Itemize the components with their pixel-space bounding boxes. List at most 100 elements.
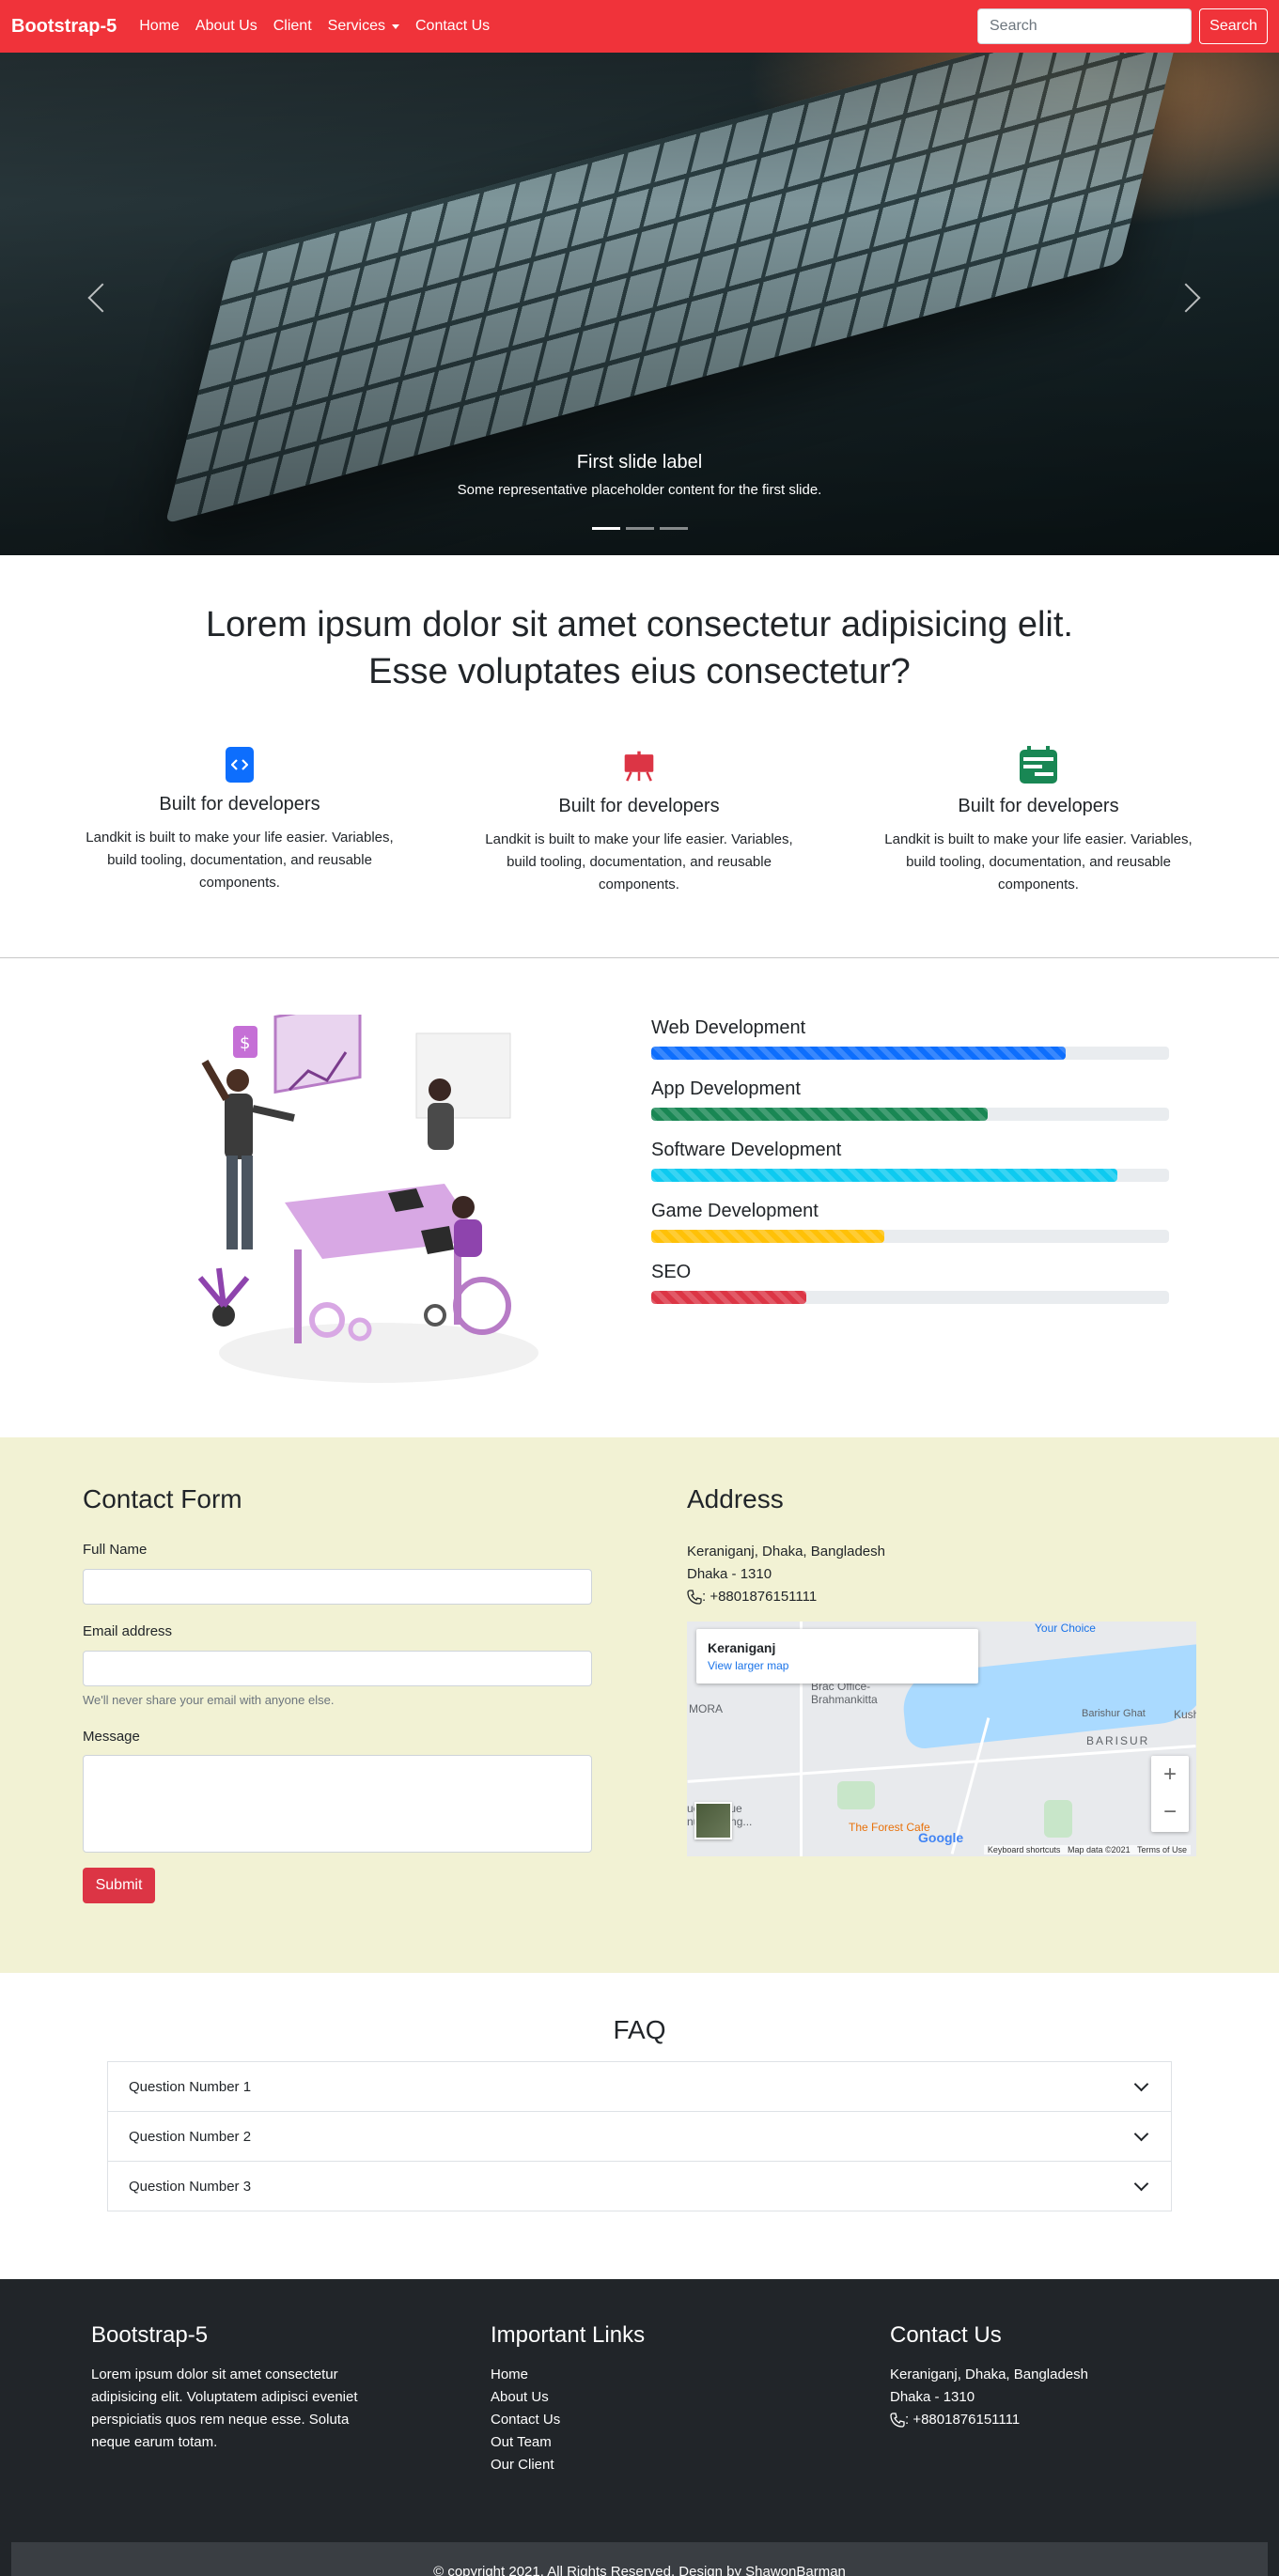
copyright-bar: © copyright 2021. All Rights Reserved. D…: [11, 2542, 1268, 2576]
zoom-in-button[interactable]: +: [1151, 1756, 1189, 1793]
footer-contact-title: Contact Us: [890, 2322, 1002, 2348]
footer-link-team[interactable]: Out Team: [491, 2431, 801, 2454]
view-larger-map-link[interactable]: View larger map: [708, 1659, 967, 1672]
footer-links: Important Links Home About Us Contact Us…: [491, 2322, 801, 2476]
map-label: Barishur Ghat: [1082, 1708, 1146, 1719]
feature-card: Built for developers Landkit is built to…: [85, 747, 395, 894]
feature-card: Built for developers Landkit is built to…: [484, 747, 794, 896]
footer-links-title: Important Links: [491, 2322, 646, 2348]
map-info-popup: Keraniganj View larger map: [696, 1629, 978, 1684]
hero-overlay: [0, 53, 1279, 555]
message-textarea[interactable]: [83, 1755, 592, 1853]
address-line: Dhaka - 1310: [687, 1566, 772, 1582]
footer-phone-number: : +8801876151111: [905, 2412, 1021, 2428]
terms-link[interactable]: Terms of Use: [1137, 1845, 1187, 1854]
progress-bar: [651, 1169, 1117, 1182]
progress-track: [651, 1047, 1169, 1060]
carousel-indicators: [0, 527, 1279, 530]
feature-title: Built for developers: [558, 796, 720, 816]
map-park: [837, 1781, 875, 1809]
navbar-brand[interactable]: Bootstrap-5: [11, 16, 117, 38]
map-label: Your Choice: [1035, 1622, 1096, 1635]
section-divider: [0, 957, 1279, 958]
footer-about: Bootstrap-5 Lorem ipsum dolor sit amet c…: [91, 2322, 401, 2454]
search-input[interactable]: Search: [977, 8, 1192, 44]
feature-text: Landkit is built to make your life easie…: [485, 831, 793, 892]
zoom-out-button[interactable]: −: [1151, 1793, 1189, 1831]
map-road: [687, 1745, 1196, 1783]
carousel-caption-title: First slide label: [576, 452, 703, 473]
google-map[interactable]: Your Choice Brac Office-Brahmankitta MOR…: [687, 1622, 1196, 1856]
search-button[interactable]: Search: [1199, 8, 1268, 44]
skill-item: Software Development: [651, 1140, 1169, 1182]
skill-item: SEO: [651, 1262, 1169, 1304]
chevron-down-icon: [1133, 2126, 1149, 2142]
footer-about-text: Lorem ipsum dolor sit amet consectetur a…: [91, 2367, 358, 2450]
skill-label: Software Development: [651, 1140, 842, 1160]
map-label: Brac Office-Brahmankitta: [811, 1680, 878, 1706]
skill-label: App Development: [651, 1079, 801, 1099]
map-place-name: Keraniganj: [708, 1640, 776, 1655]
footer-phone: : +8801876151111: [890, 2409, 1200, 2431]
address-title: Address: [687, 1484, 784, 1513]
faq-question: Question Number 3: [129, 2178, 252, 2195]
progress-bar: [651, 1047, 1066, 1060]
map-data-text: Map data ©2021: [1067, 1845, 1131, 1854]
phone-number: : +8801876151111: [702, 1589, 818, 1605]
easel-icon: [623, 747, 655, 784]
skill-label: Web Development: [651, 1017, 806, 1038]
nav-link-services-label: Services: [327, 18, 385, 34]
faq-question: Question Number 1: [129, 2078, 252, 2095]
carousel-indicator-1[interactable]: [591, 527, 620, 530]
footer-address: Keraniganj, Dhaka, Bangladesh: [890, 2367, 1088, 2382]
navbar: Bootstrap-5 Home About Us Client Service…: [0, 0, 1279, 53]
hero-carousel: First slide label Some representative pl…: [0, 53, 1279, 555]
full-name-label: Full Name: [83, 1542, 148, 1558]
submit-button[interactable]: Submit: [83, 1868, 155, 1903]
footer-link-contact[interactable]: Contact Us: [491, 2409, 801, 2431]
address-phone: : +8801876151111: [687, 1589, 817, 1605]
full-name-input[interactable]: [83, 1569, 592, 1605]
nav-dropdown-services[interactable]: Services: [328, 18, 399, 35]
code-icon: [226, 747, 254, 783]
faq-question: Question Number 2: [129, 2128, 252, 2145]
footer-link-client[interactable]: Our Client: [491, 2454, 801, 2476]
footer-link-home[interactable]: Home: [491, 2364, 801, 2386]
footer-brand: Bootstrap-5: [91, 2322, 209, 2348]
skill-label: SEO: [651, 1262, 692, 1282]
email-label: Email address: [83, 1623, 173, 1639]
intro-heading-line1: Lorem ipsum dolor sit amet consectetur a…: [206, 605, 1073, 644]
skill-item: Game Development: [651, 1201, 1169, 1243]
map-label: Kush: [1174, 1708, 1196, 1721]
map-zoom-control: + −: [1151, 1756, 1189, 1832]
skill-item: App Development: [651, 1079, 1169, 1121]
email-input[interactable]: [83, 1651, 592, 1686]
carousel-indicator-3[interactable]: [659, 527, 688, 530]
skill-item: Web Development: [651, 1017, 1169, 1060]
phone-icon: [890, 2413, 905, 2428]
calendar-icon: [1018, 746, 1059, 784]
feature-card: Built for developers Landkit is built to…: [883, 746, 1193, 896]
svg-text:$: $: [240, 1033, 250, 1053]
nav-link-contact[interactable]: Contact Us: [415, 18, 490, 35]
google-logo: Google: [918, 1830, 964, 1845]
keyboard-shortcuts-link[interactable]: Keyboard shortcuts: [988, 1845, 1061, 1854]
faq-accordion-item[interactable]: Question Number 1: [107, 2061, 1172, 2112]
skill-label: Game Development: [651, 1201, 819, 1221]
contact-form-title: Contact Form: [83, 1484, 242, 1513]
footer: Bootstrap-5 Lorem ipsum dolor sit amet c…: [0, 2279, 1279, 2576]
faq-accordion-item[interactable]: Question Number 2: [107, 2111, 1172, 2162]
address-line: Keraniganj, Dhaka, Bangladesh: [687, 1544, 885, 1560]
caret-down-icon: [392, 23, 399, 29]
nav-link-about[interactable]: About Us: [195, 18, 257, 35]
nav-link-home[interactable]: Home: [139, 18, 179, 35]
map-attribution: Keyboard shortcuts Map data ©2021 Terms …: [983, 1845, 1191, 1854]
carousel-indicator-2[interactable]: [625, 527, 654, 530]
email-help-text: We'll never share your email with anyone…: [83, 1693, 335, 1707]
feature-title: Built for developers: [159, 794, 320, 815]
feature-title: Built for developers: [958, 796, 1119, 816]
footer-link-about[interactable]: About Us: [491, 2386, 801, 2409]
nav-link-client[interactable]: Client: [273, 18, 312, 35]
faq-accordion-item[interactable]: Question Number 3: [107, 2161, 1172, 2211]
satellite-toggle[interactable]: [694, 1802, 732, 1839]
